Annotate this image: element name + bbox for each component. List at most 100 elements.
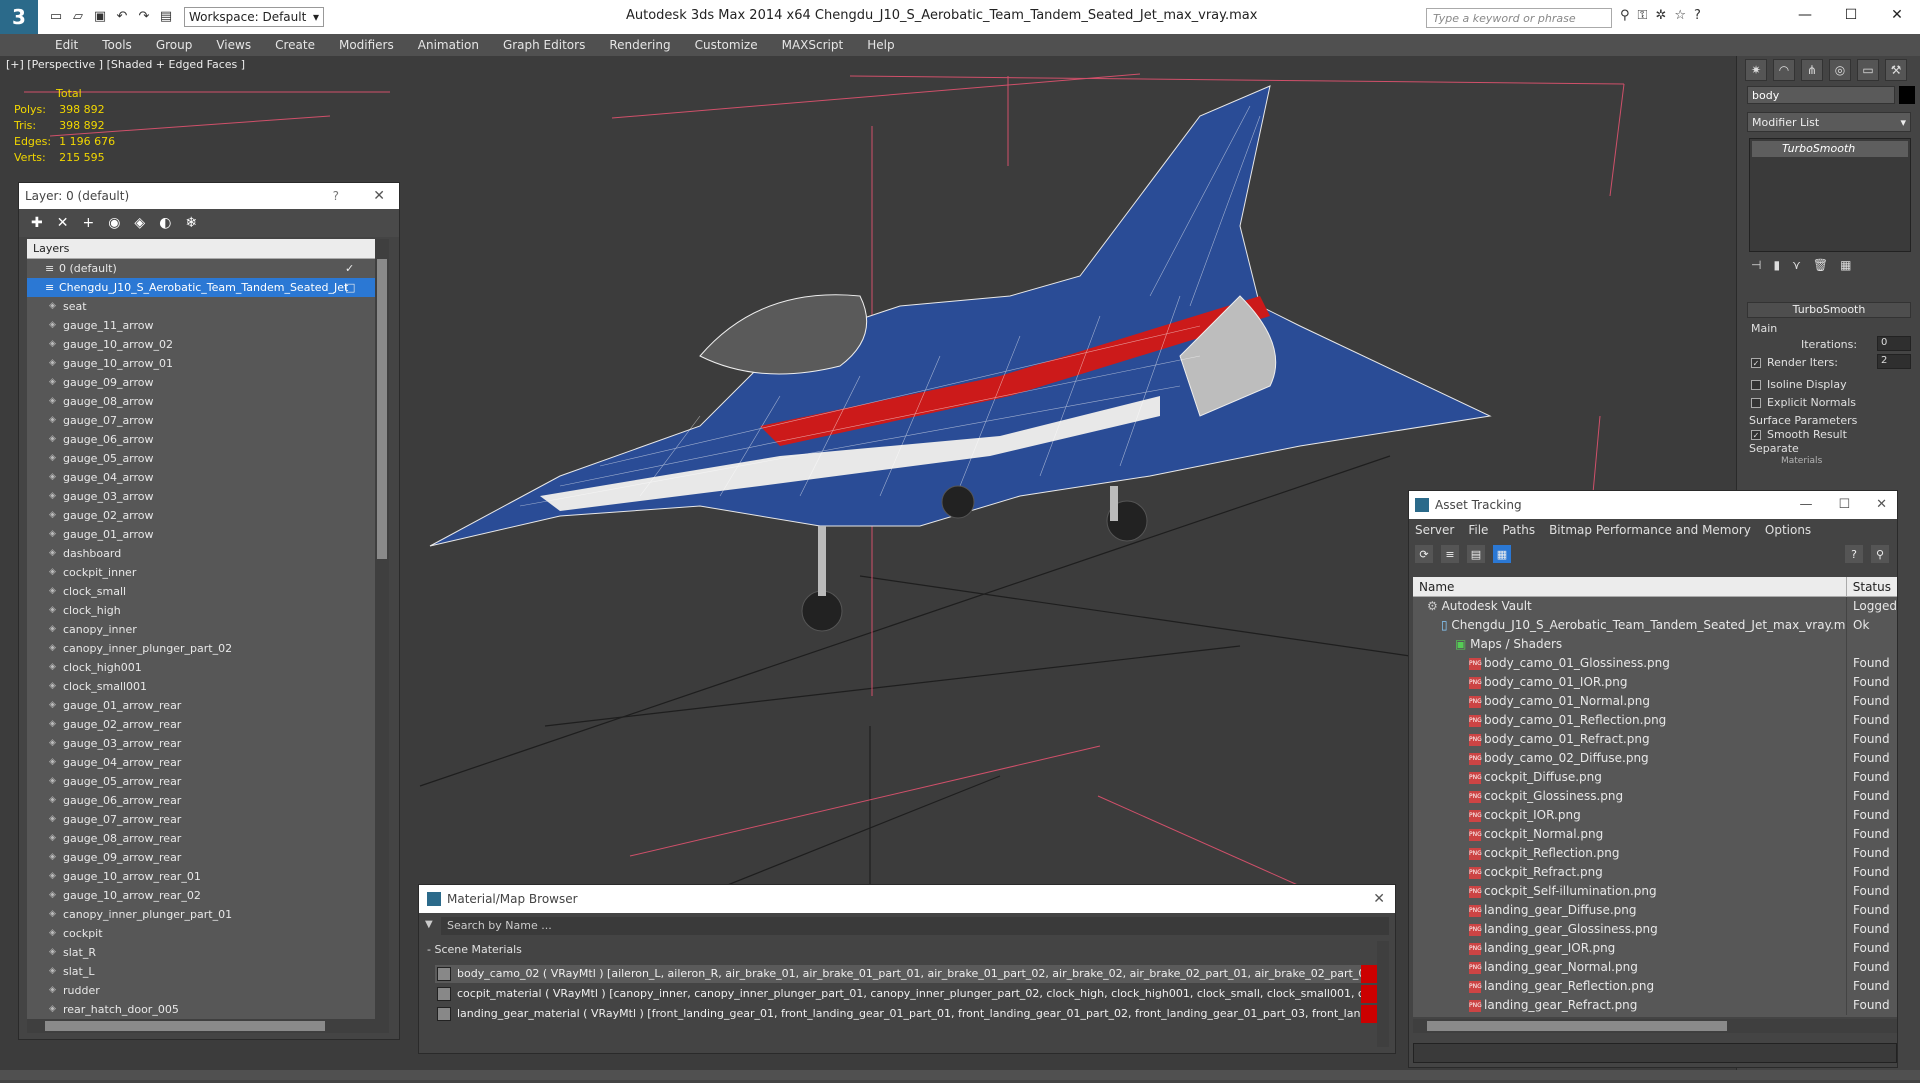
asset-hscrollbar[interactable] [1413,1019,1897,1033]
layer-object-row[interactable]: gauge_08_arrow [27,392,389,411]
name-column-header[interactable]: Name [1413,577,1847,596]
asset-row[interactable]: PNG body_camo_01_IOR.png Found [1413,673,1897,692]
layer-object-row[interactable]: gauge_08_arrow_rear [27,829,389,848]
layer-object-row[interactable]: gauge_09_arrow_rear [27,848,389,867]
layer-object-row[interactable]: gauge_01_arrow [27,525,389,544]
material-row[interactable]: landing_gear_material ( VRayMtl ) [front… [435,1005,1379,1023]
modifier-list-dropdown[interactable]: Modifier List ▾ [1747,112,1911,132]
asset-menu-item[interactable]: Server [1415,523,1454,537]
asset-menu-item[interactable]: Bitmap Performance and Memory [1549,523,1751,537]
make-unique-icon[interactable]: ⋎ [1792,258,1801,272]
layer-object-row[interactable]: gauge_10_arrow_rear_01 [27,867,389,886]
layer-object-row[interactable]: gauge_10_arrow_02 [27,335,389,354]
menu-item[interactable]: Customize [695,38,758,52]
hierarchy-tab-icon[interactable]: ⋔ [1801,59,1823,81]
layer-object-row[interactable]: clock_high [27,601,389,620]
scroll-thumb[interactable] [1427,1021,1727,1031]
community-icon[interactable]: ✲ [1655,8,1666,23]
menu-item[interactable]: Create [275,38,315,52]
asset-row[interactable]: PNG cockpit_Glossiness.png Found [1413,787,1897,806]
object-name-field[interactable]: body [1747,86,1895,104]
asset-row[interactable]: PNG cockpit_Refract.png Found [1413,863,1897,882]
remove-modifier-icon[interactable]: 🗑 [1813,258,1828,272]
help-icon[interactable]: ? [333,189,339,203]
close-icon[interactable]: ✕ [1874,0,1920,30]
asset-row[interactable]: PNG body_camo_01_Refract.png Found [1413,730,1897,749]
asset-row[interactable]: PNG cockpit_Normal.png Found [1413,825,1897,844]
star-icon[interactable]: ☆ [1674,8,1686,23]
modify-tab-icon[interactable]: ◠ [1773,59,1795,81]
layer-row[interactable]: 0 (default) ≡ ✓ [27,259,389,278]
menu-item[interactable]: Views [216,38,251,52]
layer-object-row[interactable]: seat [27,297,389,316]
asset-row[interactable]: PNG cockpit_Self-illumination.png Found [1413,882,1897,901]
layer-object-row[interactable]: gauge_01_arrow_rear [27,696,389,715]
asset-row[interactable]: PNG body_camo_01_Glossiness.png Found [1413,654,1897,673]
pin-icon[interactable]: ⚲ [1871,545,1889,563]
set-active-layer-icon[interactable]: □ [345,278,355,297]
active-layer-check-icon[interactable]: ✓ [345,259,354,278]
detail-view-icon[interactable]: ▤ [1467,545,1485,563]
layer-object-row[interactable]: canopy_inner [27,620,389,639]
help-icon[interactable]: ? [1694,8,1701,23]
layer-object-row[interactable]: gauge_05_arrow [27,449,389,468]
workspace-dropdown[interactable]: Workspace: Default ▾ [184,7,324,27]
layer-list[interactable]: Layers 0 (default) ≡ ✓ Chengdu_J10_S_Aeroba… [27,239,389,1025]
minimize-icon[interactable]: — [1799,497,1812,512]
menu-item[interactable]: Tools [102,38,132,52]
layer-object-row[interactable]: cockpit [27,924,389,943]
maximize-icon[interactable]: ☐ [1828,0,1874,30]
scroll-thumb[interactable] [377,259,387,559]
asset-row[interactable]: PNG landing_gear_Glossiness.png Found [1413,920,1897,939]
menu-item[interactable]: Rendering [609,38,670,52]
select-objects-icon[interactable]: ◉ [108,215,120,231]
render-iters-spinner[interactable]: 2 [1877,354,1911,369]
scene-materials-group[interactable]: - Scene Materials [427,943,522,956]
layer-object-row[interactable]: clock_small001 [27,677,389,696]
isoline-checkbox[interactable] [1751,380,1761,390]
layer-object-row[interactable]: clock_small [27,582,389,601]
menu-item[interactable]: Group [156,38,193,52]
menu-item[interactable]: Edit [55,38,78,52]
asset-menu-item[interactable]: Options [1765,523,1811,537]
status-column-header[interactable]: Status [1847,577,1897,596]
layer-window-titlebar[interactable]: Layer: 0 (default) ? ✕ [19,183,399,209]
scroll-thumb[interactable] [45,1021,325,1031]
key-icon[interactable]: ⚿ [1638,8,1648,23]
asset-table[interactable]: Name Status ⚙ Autodesk Vault Logged ▯ Chen… [1413,577,1897,1017]
close-icon[interactable]: ✕ [1876,497,1887,512]
highlight-layer-icon[interactable]: ◈ [134,215,145,231]
asset-row[interactable]: PNG body_camo_02_Diffuse.png Found [1413,749,1897,768]
asset-row[interactable]: PNG body_camo_01_Normal.png Found [1413,692,1897,711]
menu-item[interactable]: Graph Editors [503,38,585,52]
layers-column-header[interactable]: Layers [27,239,389,259]
layer-object-row[interactable]: canopy_inner_plunger_part_01 [27,905,389,924]
configure-sets-icon[interactable]: ▦ [1840,258,1851,272]
asset-menu-item[interactable]: File [1468,523,1488,537]
layer-object-row[interactable]: gauge_07_arrow_rear [27,810,389,829]
menu-item[interactable]: Animation [418,38,479,52]
layer-object-row[interactable]: slat_R [27,943,389,962]
layer-object-row[interactable]: gauge_07_arrow [27,411,389,430]
material-browser-titlebar[interactable]: Material/Map Browser ✕ [419,885,1395,913]
minimize-icon[interactable]: — [1782,0,1828,30]
asset-row[interactable]: ⚙ Autodesk Vault Logged [1413,597,1897,616]
hide-all-icon[interactable]: ◐ [159,215,171,231]
utilities-tab-icon[interactable]: ⚒ [1885,59,1907,81]
project-folder-icon[interactable]: ▤ [158,9,174,25]
layer-object-row[interactable]: rear_hatch_door_005 [27,1000,389,1019]
save-file-icon[interactable]: ▣ [92,9,108,25]
material-row[interactable]: body_camo_02 ( VRayMtl ) [aileron_L, ail… [435,965,1379,983]
layer-object-row[interactable]: gauge_02_arrow_rear [27,715,389,734]
undo-icon[interactable]: ↶ [114,9,130,25]
maximize-icon[interactable]: ☐ [1838,497,1850,512]
layer-object-row[interactable]: gauge_10_arrow_rear_02 [27,886,389,905]
material-row[interactable]: cocpit_material ( VRayMtl ) [canopy_inne… [435,985,1379,1003]
material-scrollbar[interactable] [1377,941,1389,1047]
new-file-icon[interactable]: ▭ [48,9,64,25]
layer-object-row[interactable]: canopy_inner_plunger_part_02 [27,639,389,658]
viewport-label[interactable]: [+] [Perspective ] [Shaded + Edged Faces… [6,58,245,71]
asset-row[interactable]: PNG landing_gear_IOR.png Found [1413,939,1897,958]
menu-item[interactable]: Modifiers [339,38,394,52]
layer-object-row[interactable]: clock_high001 [27,658,389,677]
